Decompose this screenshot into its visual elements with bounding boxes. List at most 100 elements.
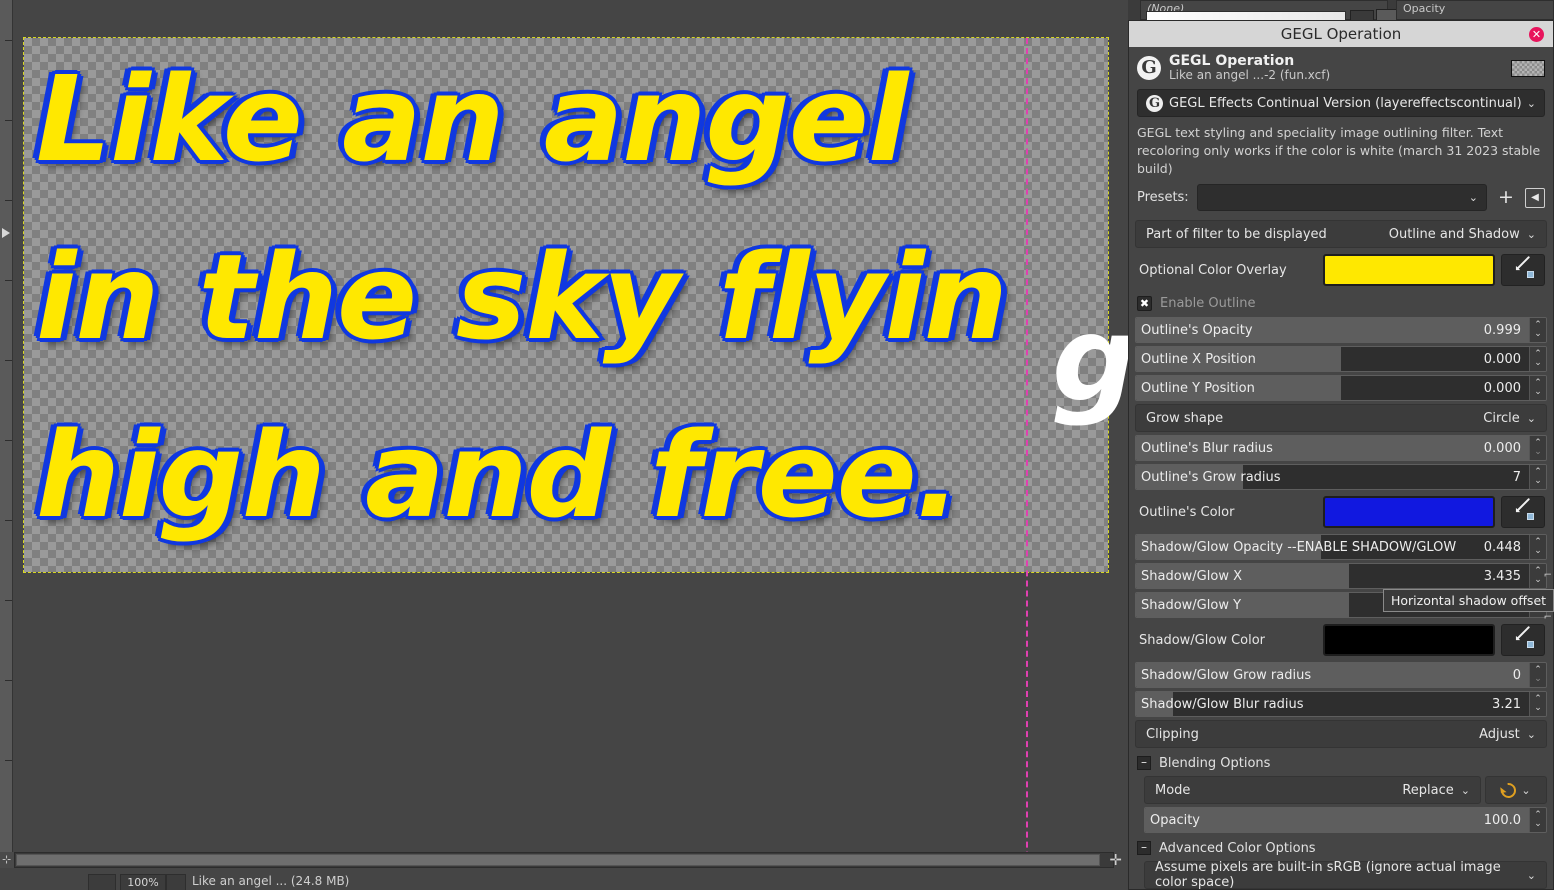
background-opacity-pane[interactable]: Opacity (1396, 0, 1554, 20)
canvas-text-line-1: Like an angel (36, 50, 908, 188)
presets-combo[interactable]: ⌄ (1196, 184, 1487, 212)
vertical-ruler[interactable] (0, 0, 13, 866)
spin-down-icon[interactable]: ⌄ (1534, 675, 1542, 684)
opacity-stepper[interactable]: ⌃ ⌄ (1529, 808, 1546, 833)
navigation-icon: ⊹ (2, 853, 12, 866)
zoom-plus-icon[interactable]: ✛ (1109, 852, 1122, 868)
chevron-down-icon: ⌄ (1526, 411, 1536, 425)
outline-blur-radius-stepper[interactable]: ⌃ ⌄ (1529, 436, 1546, 461)
operation-select-combo[interactable]: G GEGL Effects Continual Version (layere… (1137, 89, 1545, 117)
opacity-label: Opacity (1150, 812, 1201, 828)
part-of-filter-combo[interactable]: Part of filter to be displayed Outline a… (1135, 220, 1547, 249)
gegl-operation-dialog: GEGL Operation ✕ G GEGL Operation Like a… (1128, 20, 1554, 890)
mode-value: Replace (1402, 782, 1454, 798)
dialog-title: GEGL Operation (1280, 25, 1402, 43)
outline-x-position-slider[interactable]: Outline X Position 0.000 ⌃ ⌄ (1135, 346, 1547, 373)
outline-x-position-value: 0.000 (1483, 351, 1521, 367)
outline-grow-radius-value: 7 (1512, 469, 1521, 485)
spin-down-icon[interactable]: ⌄ (1534, 330, 1542, 339)
quickmask-toggle-button[interactable] (88, 874, 116, 890)
shadow-opacity-slider[interactable]: Shadow/Glow Opacity --ENABLE SHADOW/GLOW… (1135, 534, 1547, 561)
zoom-dropdown-button[interactable] (166, 874, 186, 890)
shadow-x-slider[interactable]: Shadow/Glow X 3.435 ⌃ ⌄ (1135, 563, 1547, 590)
spin-down-icon[interactable]: ⌄ (1534, 576, 1542, 585)
layer-thumbnail (1511, 59, 1545, 77)
outline-color-picker-button[interactable] (1501, 496, 1545, 529)
enable-outline-checkbox[interactable]: ✖ (1137, 295, 1152, 311)
grow-shape-combo[interactable]: Grow shape Circle ⌄ (1135, 404, 1547, 433)
color-picker-button[interactable] (1501, 254, 1545, 287)
blending-options-group: Mode Replace ⌄ ⌄ Opacity 100.0 ⌃ ⌄ (1133, 776, 1549, 834)
collapse-icon[interactable]: – (1137, 841, 1151, 856)
shadow-color-picker-button[interactable] (1501, 624, 1545, 657)
grow-shape-value: Circle (1483, 410, 1520, 426)
outline-grow-radius-stepper[interactable]: ⌃ ⌄ (1529, 465, 1546, 490)
image-statusbar: 100% Like an angel ... (24.8 MB) (0, 868, 1128, 890)
preset-menu-button[interactable]: ◀ (1525, 187, 1545, 208)
dialog-titlebar[interactable]: GEGL Operation ✕ (1129, 21, 1553, 47)
add-preset-button[interactable]: + (1495, 188, 1517, 207)
spin-down-icon[interactable]: ⌄ (1534, 704, 1542, 713)
shadow-blur-radius-stepper[interactable]: ⌃ ⌄ (1529, 692, 1546, 717)
outline-y-position-slider[interactable]: Outline Y Position 0.000 ⌃ ⌄ (1135, 375, 1547, 402)
shadow-color-row: Shadow/Glow Color (1135, 622, 1547, 658)
clipping-label: Clipping (1146, 726, 1199, 742)
blending-options-disclosure[interactable]: – Blending Options (1137, 753, 1547, 773)
chevron-down-icon: ⌄ (1526, 868, 1536, 882)
gegl-mini-logo-icon: G (1146, 94, 1163, 112)
advanced-color-options-disclosure[interactable]: – Advanced Color Options (1137, 838, 1547, 858)
color-space-combo[interactable]: Assume pixels are built-in sRGB (ignore … (1144, 860, 1547, 889)
filter-preview-boundary-line (1026, 38, 1028, 890)
control-rows: Part of filter to be displayed Outline a… (1129, 220, 1553, 889)
reset-mode-button[interactable]: ⌄ (1485, 776, 1547, 805)
color-space-value: Assume pixels are built-in sRGB (ignore … (1155, 860, 1501, 889)
picker-square-icon (1527, 513, 1534, 521)
outline-blur-radius-slider[interactable]: Outline's Blur radius 0.000 ⌃ ⌄ (1135, 435, 1547, 462)
shadow-opacity-stepper[interactable]: ⌃ ⌄ (1529, 535, 1546, 560)
spin-down-icon[interactable]: ⌄ (1534, 477, 1542, 486)
operation-subtitle: Like an angel ...-2 (fun.xcf) (1169, 68, 1331, 83)
shadow-grow-radius-slider[interactable]: Shadow/Glow Grow radius 0 ⌃ ⌄ (1135, 662, 1547, 689)
spin-down-icon[interactable]: ⌄ (1534, 547, 1542, 556)
shadow-grow-radius-stepper[interactable]: ⌃ ⌄ (1529, 663, 1546, 688)
outline-x-position-stepper[interactable]: ⌃ ⌄ (1529, 347, 1546, 372)
outline-blur-radius-value: 0.000 (1483, 440, 1521, 456)
canvas-horizontal-scrollbar[interactable] (14, 852, 1114, 868)
image-canvas-area: Like an angel in the sky flyin high and … (0, 0, 1136, 890)
shadow-blur-radius-value: 3.21 (1492, 696, 1521, 712)
outline-opacity-slider[interactable]: Outline's Opacity 0.999 ⌃ ⌄ (1135, 317, 1547, 344)
advanced-color-options-label: Advanced Color Options (1159, 840, 1316, 856)
clipping-combo[interactable]: Clipping Adjust ⌄ (1135, 720, 1547, 749)
canvas-navigation-corner[interactable]: ⊹ (0, 852, 14, 868)
operation-header: G GEGL Operation Like an angel ...-2 (fu… (1129, 47, 1553, 89)
spin-down-icon[interactable]: ⌄ (1534, 448, 1542, 457)
part-of-filter-value: Outline and Shadow (1388, 226, 1520, 242)
outline-y-position-stepper[interactable]: ⌃ ⌄ (1529, 376, 1546, 401)
outline-opacity-stepper[interactable]: ⌃ ⌄ (1529, 318, 1546, 343)
shadow-color-swatch[interactable] (1323, 624, 1495, 657)
chevron-down-icon: ⌄ (1526, 96, 1536, 110)
spin-down-icon[interactable]: ⌄ (1534, 388, 1542, 397)
canvas-overflow-glyph: g (1052, 290, 1137, 428)
mode-combo[interactable]: Mode Replace ⌄ (1144, 776, 1481, 805)
spin-down-icon[interactable]: ⌄ (1534, 820, 1542, 829)
close-icon[interactable]: ✕ (1529, 27, 1544, 42)
shadow-opacity-label: Shadow/Glow Opacity --ENABLE SHADOW/GLOW (1141, 539, 1457, 555)
outline-opacity-value: 0.999 (1483, 322, 1521, 338)
collapse-icon[interactable]: – (1137, 756, 1151, 771)
image-layer-preview[interactable]: Like an angel in the sky flyin high and … (23, 37, 1136, 890)
outline-color-swatch[interactable] (1323, 496, 1495, 529)
optional-color-overlay-swatch[interactable] (1323, 254, 1495, 287)
scrollbar-thumb[interactable] (16, 854, 1100, 866)
spin-down-icon[interactable]: ⌄ (1534, 359, 1542, 368)
zoom-level-field[interactable]: 100% (120, 874, 166, 890)
dialog-body: G GEGL Operation Like an angel ...-2 (fu… (1129, 47, 1553, 889)
eyedropper-icon (1515, 256, 1531, 271)
shadow-blur-radius-slider[interactable]: Shadow/Glow Blur radius 3.21 ⌃ ⌄ (1135, 691, 1547, 718)
opacity-slider[interactable]: Opacity 100.0 ⌃ ⌄ (1144, 807, 1547, 834)
outline-grow-radius-slider[interactable]: Outline's Grow radius 7 ⌃ ⌄ (1135, 464, 1547, 491)
eyedropper-icon (1515, 498, 1531, 513)
mode-label: Mode (1155, 782, 1191, 798)
resize-grip-top: ⌐ (1543, 570, 1552, 581)
presets-label: Presets: (1137, 190, 1189, 206)
